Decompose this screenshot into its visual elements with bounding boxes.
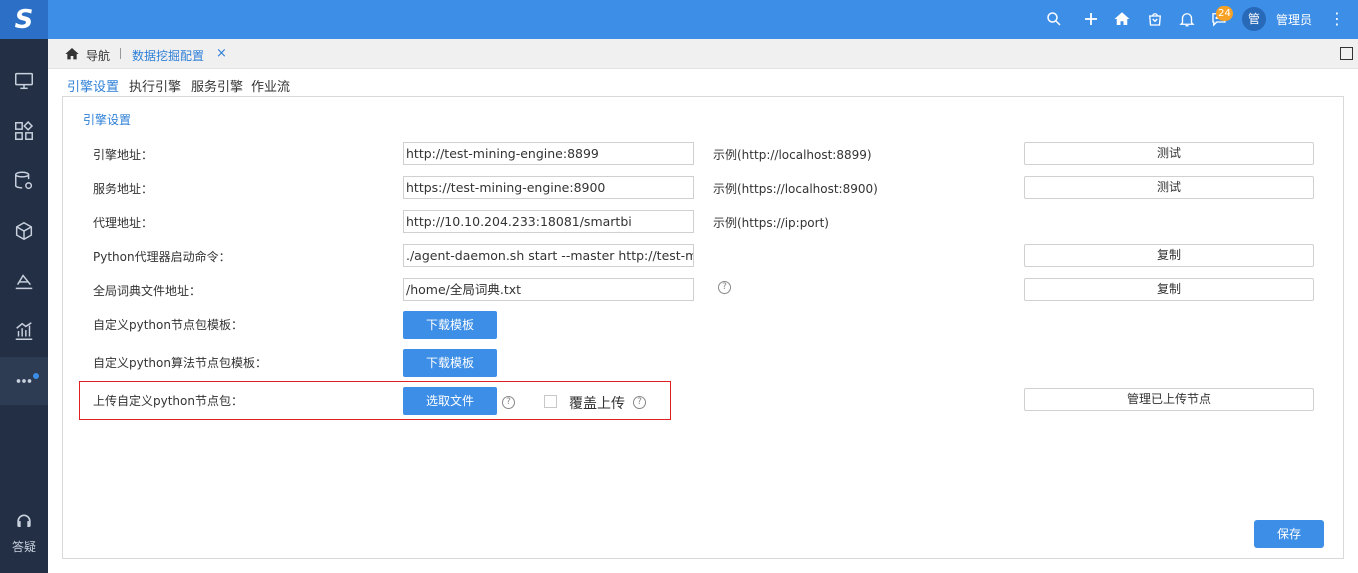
headset-icon — [17, 514, 31, 527]
python-agent-cmd-input[interactable]: ./agent-daemon.sh start --master http://… — [403, 244, 694, 267]
close-icon[interactable]: × — [216, 46, 227, 61]
python-algo-template-label: 自定义python算法节点包模板： — [93, 356, 267, 370]
choose-file-help-icon[interactable]: ? — [502, 396, 515, 409]
help-question-icon[interactable]: ? — [718, 281, 731, 294]
tab-data-mining-config[interactable]: 数据挖掘配置 — [132, 47, 204, 64]
overwrite-help-icon[interactable]: ? — [633, 396, 646, 409]
overwrite-upload-checkbox[interactable] — [544, 395, 557, 408]
cube-icon[interactable] — [0, 207, 48, 255]
nav-label[interactable]: 导航 — [86, 47, 110, 64]
help-label: 答疑 — [11, 540, 36, 554]
tab-strip: 导航 数据挖掘配置 × — [48, 39, 1358, 69]
bell-icon[interactable] — [1177, 9, 1197, 29]
save-button[interactable]: 保存 — [1254, 520, 1324, 548]
engine-settings-panel: 引擎设置 引擎地址： http://test-mining-engine:889… — [62, 96, 1344, 559]
notification-badge: 24 — [1216, 6, 1233, 21]
mining-icon[interactable] — [0, 257, 48, 305]
test-service-button[interactable]: 测试 — [1024, 176, 1314, 199]
top-bar: 24 管 管理员 ⋮ — [48, 0, 1358, 39]
global-dict-label: 全局词典文件地址： — [93, 284, 202, 298]
more-icon[interactable] — [0, 357, 48, 405]
service-address-label: 服务地址： — [93, 182, 154, 196]
copy-dict-button[interactable]: 复制 — [1024, 278, 1314, 301]
maximize-icon[interactable] — [1340, 47, 1353, 60]
help-button[interactable]: 答疑 — [0, 512, 48, 555]
overwrite-upload-label[interactable]: 覆盖上传 — [569, 393, 625, 413]
copy-cmd-button[interactable]: 复制 — [1024, 244, 1314, 267]
more-vertical-icon[interactable]: ⋮ — [1329, 9, 1345, 29]
add-icon[interactable] — [1081, 9, 1101, 29]
choose-file-button[interactable]: 选取文件 — [403, 387, 497, 415]
section-title: 引擎设置 — [83, 113, 132, 127]
test-engine-button[interactable]: 测试 — [1024, 142, 1314, 165]
analysis-chart-icon[interactable] — [0, 307, 48, 355]
download-algo-template-button[interactable]: 下载模板 — [403, 349, 497, 377]
service-address-input[interactable]: https://test-mining-engine:8900 — [403, 176, 694, 199]
service-address-hint: 示例(https://localhost:8900) — [713, 182, 878, 196]
upload-node-package-label: 上传自定义python节点包： — [93, 394, 243, 408]
more-notification-dot — [33, 373, 39, 379]
python-agent-cmd-label: Python代理器启动命令： — [93, 250, 231, 264]
subtab-service-engine[interactable]: 服务引擎 — [191, 76, 243, 95]
proxy-address-input[interactable]: http://10.10.204.233:18081/smartbi — [403, 210, 694, 233]
sub-tabs: 引擎设置 执行引擎 服务引擎 作业流 — [48, 69, 1358, 100]
tab-separator — [120, 48, 121, 59]
search-icon[interactable] — [1044, 9, 1064, 29]
nav-home-icon[interactable] — [64, 46, 80, 62]
subtab-workflow[interactable]: 作业流 — [251, 76, 290, 95]
sidebar: S 答疑 — [0, 0, 48, 573]
download-node-template-button[interactable]: 下载模板 — [403, 311, 497, 339]
engine-address-label: 引擎地址： — [93, 148, 154, 162]
widgets-icon[interactable] — [0, 107, 48, 155]
python-node-template-label: 自定义python节点包模板： — [93, 318, 243, 332]
proxy-address-label: 代理地址： — [93, 216, 154, 230]
app-logo[interactable]: S — [0, 0, 48, 39]
proxy-address-hint: 示例(https://ip:port) — [713, 216, 829, 230]
monitor-icon[interactable] — [0, 57, 48, 105]
bag-icon[interactable] — [1145, 9, 1165, 29]
username[interactable]: 管理员 — [1276, 11, 1312, 28]
global-dict-input[interactable]: /home/全局词典.txt — [403, 278, 694, 301]
engine-address-input[interactable]: http://test-mining-engine:8899 — [403, 142, 694, 165]
engine-address-hint: 示例(http://localhost:8899) — [713, 148, 872, 162]
subtab-execution-engine[interactable]: 执行引擎 — [129, 76, 181, 95]
data-settings-icon[interactable] — [0, 157, 48, 205]
avatar[interactable]: 管 — [1242, 7, 1266, 31]
manage-uploaded-nodes-button[interactable]: 管理已上传节点 — [1024, 388, 1314, 411]
home-icon[interactable] — [1112, 9, 1132, 29]
